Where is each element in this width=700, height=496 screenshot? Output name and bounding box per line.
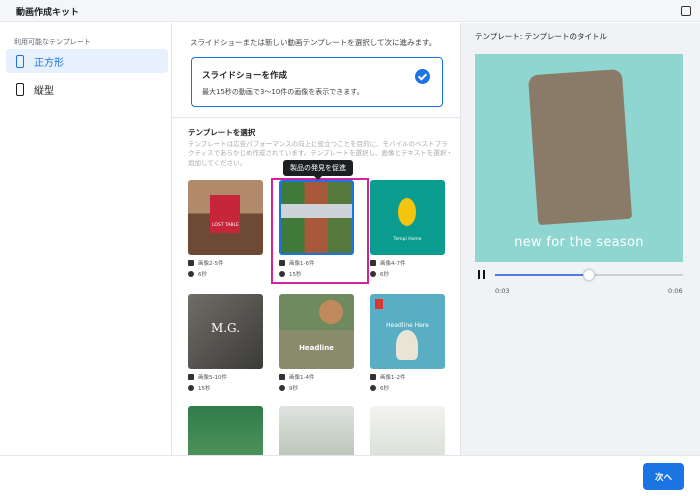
logo-mark bbox=[375, 299, 383, 309]
template-images-count: 画像2-5件 bbox=[188, 257, 263, 268]
progress-slider[interactable] bbox=[495, 269, 683, 281]
template-thumbnail: LOST TABLE bbox=[188, 180, 263, 255]
thumbnail-text: M.G. bbox=[210, 321, 241, 335]
preview-overlay-text: new for the season bbox=[514, 235, 644, 250]
template-duration: 6秒 bbox=[370, 268, 445, 279]
thumbnail-text: Headline Here bbox=[386, 322, 429, 329]
current-time: 0:03 bbox=[495, 287, 510, 295]
template-card[interactable]: Headline Here 画像1-2件 6秒 bbox=[370, 294, 445, 393]
template-thumbnail bbox=[279, 406, 354, 455]
person-photo bbox=[319, 300, 343, 324]
template-thumbnail: M.G. bbox=[188, 294, 263, 369]
slideshow-card-title: スライドショーを作成 bbox=[202, 71, 288, 81]
clock-icon bbox=[188, 384, 194, 391]
next-button[interactable]: 次へ bbox=[643, 463, 684, 490]
templates-title: テンプレートを選択 bbox=[188, 128, 256, 137]
footer: 次へ bbox=[0, 455, 700, 496]
vertical-device-icon bbox=[16, 82, 24, 96]
sidebar-item-label: 正方形 bbox=[34, 57, 64, 69]
plant-image bbox=[396, 330, 418, 360]
window-title: 動画作成キット bbox=[16, 8, 80, 18]
template-card[interactable] bbox=[188, 406, 263, 455]
slider-handle[interactable] bbox=[583, 269, 595, 281]
title-bar: 動画作成キット bbox=[0, 0, 700, 22]
template-images-count: 画像1-2件 bbox=[370, 371, 445, 382]
template-images-count: 画像5-10件 bbox=[188, 371, 263, 382]
preview-video: new for the season bbox=[475, 54, 683, 262]
template-card[interactable]: Headline 画像1-4件 9秒 bbox=[279, 294, 354, 393]
template-thumbnail: Tempi Home bbox=[370, 180, 445, 255]
template-duration: 15秒 bbox=[188, 382, 263, 393]
template-card[interactable]: M.G. 画像5-10件 15秒 bbox=[188, 294, 263, 393]
sidebar-item-vertical[interactable]: 縦型 bbox=[6, 77, 168, 101]
tooltip: 製品の発見を促進 bbox=[283, 160, 353, 180]
template-duration: 6秒 bbox=[188, 268, 263, 279]
clock-icon bbox=[370, 384, 376, 391]
template-panel: スライドショーまたは新しい動画テンプレートを選択して次に進みます。 スライドショ… bbox=[172, 23, 460, 455]
sidebar-section-label: 利用可能なテンプレート bbox=[14, 38, 91, 46]
images-icon bbox=[188, 373, 194, 380]
template-card[interactable]: Tempi Home 画像4-7件 6秒 bbox=[370, 180, 445, 279]
template-images-count: 画像1-4件 bbox=[279, 371, 354, 382]
window-control-icon[interactable] bbox=[681, 6, 691, 16]
sidebar-item-label: 縦型 bbox=[34, 85, 54, 97]
images-icon bbox=[370, 259, 376, 266]
template-images-count: 画像4-7件 bbox=[370, 257, 445, 268]
template-card[interactable] bbox=[370, 406, 445, 455]
images-icon bbox=[188, 259, 194, 266]
square-device-icon bbox=[16, 54, 24, 68]
thumbnail-text: Tempi Home bbox=[393, 237, 422, 242]
thumbnail-text: LOST TABLE bbox=[212, 223, 239, 228]
highlight-frame bbox=[271, 178, 369, 284]
product-image bbox=[527, 68, 633, 226]
instruction-text: スライドショーまたは新しい動画テンプレートを選択して次に進みます。 bbox=[190, 38, 437, 47]
check-circle-icon bbox=[415, 69, 430, 84]
logo-mark bbox=[398, 198, 416, 226]
images-icon bbox=[370, 373, 376, 380]
divider bbox=[172, 117, 460, 118]
clock-icon bbox=[279, 384, 285, 391]
total-time: 0:06 bbox=[668, 287, 683, 295]
thumbnail-text: Headline bbox=[299, 344, 334, 352]
progress-fill bbox=[495, 274, 589, 276]
preview-panel: テンプレート: テンプレートのタイトル new for the season 0… bbox=[460, 23, 700, 455]
preview-title: テンプレート: テンプレートのタイトル bbox=[475, 32, 607, 41]
images-icon bbox=[279, 373, 285, 380]
template-thumbnail bbox=[370, 406, 445, 455]
slideshow-card[interactable]: スライドショーを作成 最大15秒の動画で3〜10件の画像を表示できます。 bbox=[191, 57, 443, 107]
template-thumbnail: Headline bbox=[279, 294, 354, 369]
sidebar-item-square[interactable]: 正方形 bbox=[6, 49, 168, 73]
sidebar: 利用可能なテンプレート 正方形 縦型 bbox=[0, 23, 172, 455]
clock-icon bbox=[188, 270, 194, 277]
template-duration: 6秒 bbox=[370, 382, 445, 393]
template-card[interactable]: LOST TABLE 画像2-5件 6秒 bbox=[188, 180, 263, 279]
slideshow-card-description: 最大15秒の動画で3〜10件の画像を表示できます。 bbox=[202, 88, 364, 96]
pause-icon[interactable] bbox=[478, 270, 485, 279]
template-card[interactable] bbox=[279, 406, 354, 455]
clock-icon bbox=[370, 270, 376, 277]
template-thumbnail bbox=[188, 406, 263, 455]
template-thumbnail: Headline Here bbox=[370, 294, 445, 369]
template-duration: 9秒 bbox=[279, 382, 354, 393]
